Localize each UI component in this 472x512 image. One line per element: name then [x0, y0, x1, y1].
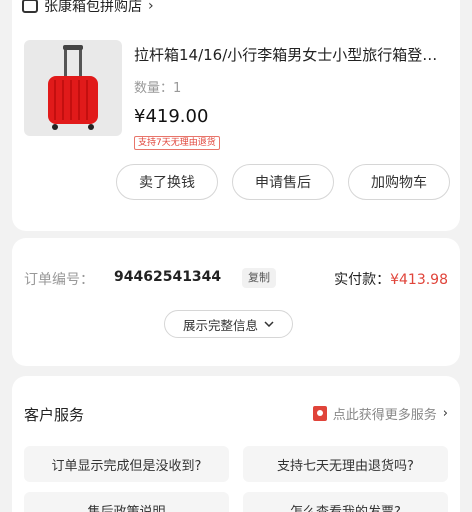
- copy-button[interactable]: 复制: [242, 268, 276, 288]
- faq-item[interactable]: 怎么查看我的发票?: [243, 492, 448, 512]
- order-number-label: 订单编号：: [24, 272, 94, 288]
- more-services-label: 点此获得更多服务: [332, 408, 437, 423]
- shop-header[interactable]: 张康箱包拼购店 ›: [22, 0, 154, 16]
- product-price: ¥419.00: [134, 106, 209, 127]
- chevron-down-icon: [264, 321, 274, 327]
- after-sale-button[interactable]: 申请售后: [232, 164, 334, 200]
- product-quantity: 数量：1: [134, 81, 182, 96]
- return-policy-badge: 支持7天无理由退货: [134, 136, 220, 150]
- faq-item[interactable]: 售后政策说明: [24, 492, 229, 512]
- service-faq-grid: 订单显示完成但是没收到? 支持七天无理由退货吗? 售后政策说明 怎么查看我的发票…: [24, 446, 448, 512]
- chevron-right-icon: ›: [148, 0, 154, 14]
- product-title[interactable]: 拉杆箱14/16/小行李箱男女士小型旅行箱登机箱: [134, 44, 452, 65]
- paid-amount: 实付款：¥413.98: [334, 269, 448, 289]
- customer-service-card: 客户服务 点此获得更多服务 › 订单显示完成但是没收到? 支持七天无理由退货吗?…: [12, 376, 460, 512]
- paid-value: ¥413.98: [390, 272, 448, 288]
- service-icon: [312, 406, 327, 421]
- store-icon: [22, 0, 38, 13]
- luggage-image: [48, 45, 98, 130]
- product-card: 张康箱包拼购店 › 拉杆箱14/16/小行李箱男女士小型旅行箱登机箱 数量：1 …: [12, 0, 460, 231]
- sell-button[interactable]: 卖了换钱: [116, 164, 218, 200]
- product-actions: 卖了换钱 申请售后 加购物车: [116, 164, 450, 200]
- product-thumbnail[interactable]: [24, 40, 122, 136]
- faq-item[interactable]: 支持七天无理由退货吗?: [243, 446, 448, 482]
- add-to-cart-button[interactable]: 加购物车: [348, 164, 450, 200]
- chevron-right-icon: ›: [442, 406, 448, 421]
- show-full-info-button[interactable]: 展示完整信息: [164, 310, 294, 338]
- show-full-info-label: 展示完整信息: [183, 317, 259, 333]
- order-number: 94462541344: [114, 269, 222, 285]
- more-services-link[interactable]: 点此获得更多服务 ›: [312, 404, 448, 423]
- order-info-card: 订单编号： 94462541344 复制 实付款：¥413.98 展示完整信息: [12, 238, 460, 366]
- service-title: 客户服务: [24, 406, 85, 424]
- paid-label: 实付款：: [334, 272, 391, 288]
- shop-name: 张康箱包拼购店: [44, 0, 142, 15]
- faq-item[interactable]: 订单显示完成但是没收到?: [24, 446, 229, 482]
